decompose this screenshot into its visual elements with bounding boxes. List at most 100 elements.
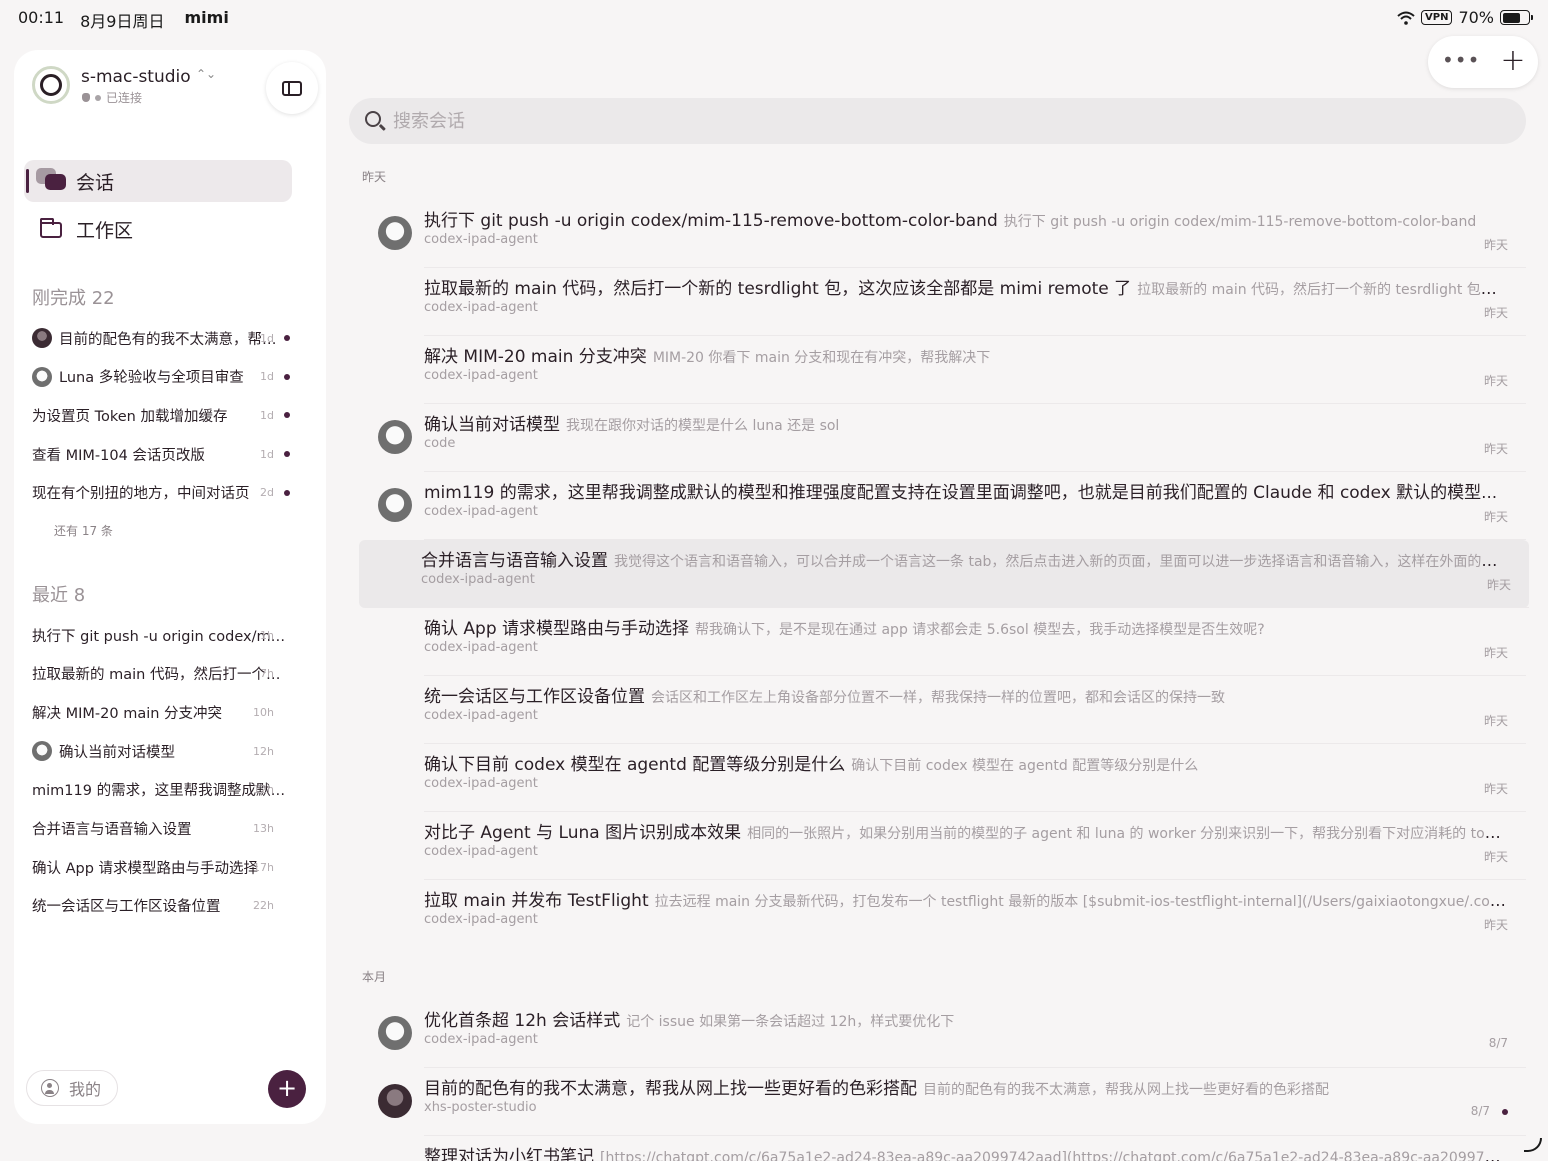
unread-dot <box>284 412 290 419</box>
conversation-row[interactable]: 优化首条超 12h 会话样式 记个 issue 如果第一条会话超过 12h，样式要… <box>362 1000 1526 1068</box>
chevron-updown-icon[interactable]: ⌃⌄ <box>196 67 216 81</box>
apple-icon <box>82 93 90 102</box>
conversation-title-line: 统一会话区与工作区设备位置 会话区和工作区左上角设备部分位置不一样，帮我保持一样的… <box>424 682 1508 707</box>
nav-label-conversations: 会话 <box>76 171 115 194</box>
device-logo[interactable] <box>32 66 70 104</box>
recent-item-time: 22h <box>253 899 274 913</box>
conversation-time: 昨天 <box>1483 782 1508 796</box>
wifi-icon <box>1397 11 1415 25</box>
conversation-agent: codex-ipad-agent <box>421 572 535 587</box>
chat-bubbles-icon <box>36 168 66 192</box>
status-bar-left: 00:11 8月9日周日 mimi <box>18 8 229 32</box>
recent-item[interactable]: 合并语言与语音输入设置 13h <box>32 817 288 841</box>
recent-item-time: 12h <box>253 744 274 758</box>
me-button[interactable]: 我的 <box>26 1070 118 1106</box>
agent-avatar <box>32 366 52 387</box>
conversation-title: 合并语言与语音输入设置 <box>421 551 608 571</box>
recent-item[interactable]: mim119 的需求，这里帮我调整成默认的模型12h <box>32 778 288 802</box>
conversation-row[interactable]: 确认下目前 codex 模型在 agentd 配置等级分别是什么 确认下目前 co… <box>362 744 1526 812</box>
recent-item[interactable]: 统一会话区与工作区设备位置 22h <box>32 894 288 918</box>
status-time: 00:11 <box>18 8 65 27</box>
agent-avatar <box>378 216 412 250</box>
unread-dot <box>284 335 290 341</box>
conversation-title-line: 解决 MIM-20 main 分支冲突 MIM-20 你看下 main 分支和现在… <box>424 342 1508 367</box>
conversation-preview: 目前的配色有的我不太满意，帮我从网上找一些更好看的色彩搭配 <box>923 1082 1329 1098</box>
conversation-title-line: mim119 的需求，这里帮我调整成默认的模型和推理强度配置支持在设置里面调整吧… <box>424 478 1508 503</box>
unread-dot <box>284 489 290 496</box>
conversation-row[interactable]: 目前的配色有的我不太满意，帮我从网上找一些更好看的色彩搭配 目前的配色有的我不太满… <box>362 1068 1526 1136</box>
conversation-agent: code <box>424 436 456 451</box>
conversation-title-line: 合并语言与语音输入设置 我觉得这个语言和语音输入，可以合并成一个语言这一条 tab… <box>421 546 1511 571</box>
recent-item-time: 7h <box>260 667 274 681</box>
conversation-title: 整理对话为小红书笔记 <box>424 1147 594 1161</box>
conversation-row[interactable]: 拉取 main 并发布 TestFlight 拉去远程 main 分支最新代码，打… <box>362 880 1526 948</box>
recent-item-title: 解决 MIM-20 main 分支冲突 <box>32 705 223 722</box>
conversation-title: 执行下 git push -u origin codex/mim-115-rem… <box>424 211 998 231</box>
completed-item[interactable]: 目前的配色有的我不太满意，帮我从网上找一些更好看的色彩搭配1d <box>32 326 290 350</box>
recent-item[interactable]: 解决 MIM-20 main 分支冲突 10h <box>32 700 288 724</box>
group-label-this-month: 本月 <box>362 970 387 984</box>
unread-dot <box>284 451 290 458</box>
completed-item-time: 1d <box>260 447 274 461</box>
conversation-preview: 帮我确认下，是不是现在通过 app 请求都会走 5.6sol 模型去，我手动选择… <box>695 622 1265 638</box>
conversation-row[interactable]: 确认当前对话模型 我现在跟你对话的模型是什么 luna 还是 sol code 昨天 <box>362 404 1526 472</box>
status-app-name: mimi <box>184 8 229 27</box>
completed-item[interactable]: 现在有个别扭的地方，中间对话页 2d <box>32 481 290 505</box>
recent-item[interactable]: 拉取最新的 main 代码，然后打一个新的 tesrdlight 包7h <box>32 662 288 686</box>
status-bar: 00:11 8月9日周日 mimi VPN 70% <box>0 0 1548 36</box>
battery-icon <box>1500 10 1533 25</box>
conversation-preview: 执行下 git push -u origin codex/mim-115-rem… <box>1003 214 1477 230</box>
conversation-row[interactable]: 对比子 Agent 与 Luna 图片识别成本效果 相同的一张照片，如果分别用当前… <box>362 812 1526 880</box>
recent-item[interactable]: 执行下 git push -u origin codex/mim-115-rem… <box>32 623 288 647</box>
conversation-title: 确认当前对话模型 <box>424 415 560 435</box>
conversation-title-line: 目前的配色有的我不太满意，帮我从网上找一些更好看的色彩搭配 目前的配色有的我不太满… <box>424 1074 1508 1099</box>
conversation-preview: 我现在跟你对话的模型是什么 luna 还是 sol <box>566 418 840 434</box>
new-conversation-fab-button[interactable]: + <box>268 1070 306 1108</box>
conversation-row[interactable]: 合并语言与语音输入设置 我觉得这个语言和语音输入，可以合并成一个语言这一条 tab… <box>359 540 1529 608</box>
conversation-row[interactable]: 执行下 git push -u origin codex/mim-115-rem… <box>362 200 1526 268</box>
completed-item[interactable]: 查看 MIM-104 会话页改版 1d <box>32 442 290 466</box>
conversation-row[interactable]: 确认 App 请求模型路由与手动选择 帮我确认下，是不是现在通过 app 请求都会… <box>362 608 1526 676</box>
completed-more-link[interactable]: 还有 17 条 <box>54 522 113 539</box>
conversation-time: 昨天 <box>1483 850 1508 864</box>
conversation-row[interactable]: mim119 的需求，这里帮我调整成默认的模型和推理强度配置支持在设置里面调整吧… <box>362 472 1526 540</box>
recent-item[interactable]: 确认 App 请求模型路由与手动选择 17h <box>32 855 288 879</box>
conversation-row[interactable]: 拉取最新的 main 代码，然后打一个新的 tesrdlight 包，这次应该全… <box>362 268 1526 336</box>
conversation-time: 昨天 <box>1483 374 1508 388</box>
agent-avatar <box>378 1016 412 1050</box>
completed-item[interactable]: 为设置页 Token 加载增加缓存 1d <box>32 403 290 427</box>
conversation-preview: 相同的一张照片，如果分别用当前的模型的子 agent 和 luna 的 work… <box>747 826 1508 842</box>
toggle-sidebar-button[interactable] <box>266 62 318 114</box>
conversation-title: 优化首条超 12h 会话样式 <box>424 1011 621 1031</box>
add-button[interactable]: + <box>1498 44 1528 80</box>
conversation-agent: codex-ipad-agent <box>424 300 538 315</box>
completed-item-time: 2d <box>260 486 274 500</box>
conversation-row[interactable]: 解决 MIM-20 main 分支冲突 MIM-20 你看下 main 分支和现在… <box>362 336 1526 404</box>
conversation-title: 拉取最新的 main 代码，然后打一个新的 tesrdlight 包，这次应该全… <box>424 279 1132 299</box>
recent-item[interactable]: 确认当前对话模型 12h <box>32 739 288 763</box>
more-options-button[interactable]: ••• <box>1442 50 1479 74</box>
device-name[interactable]: s-mac-studio <box>81 67 191 87</box>
conversation-title-line: 整理对话为小红书笔记 [https://chatgpt.com/c/6a75a1e… <box>424 1142 1508 1161</box>
unread-dot <box>284 373 290 380</box>
recent-item-title: 统一会话区与工作区设备位置 <box>32 899 221 916</box>
conversation-title-line: 拉取 main 并发布 TestFlight 拉去远程 main 分支最新代码，打… <box>424 886 1508 911</box>
search-icon <box>365 111 381 127</box>
corner-indicator-icon <box>1524 1138 1542 1152</box>
conversation-row[interactable]: 整理对话为小红书笔记 [https://chatgpt.com/c/6a75a1e… <box>362 1136 1526 1161</box>
completed-item-title: 目前的配色有的我不太满意，帮我从网上找一些更好看的色彩搭配 <box>59 331 288 348</box>
status-date: 8月9日周日 <box>80 12 165 31</box>
nav-item-workspace[interactable]: 工作区 <box>24 208 292 250</box>
sidebar-panel-icon <box>282 80 302 96</box>
battery-level <box>1502 12 1520 23</box>
agent-avatar <box>32 328 52 348</box>
nav-item-conversations[interactable]: 会话 <box>24 160 292 202</box>
conversation-row[interactable]: 统一会话区与工作区设备位置 会话区和工作区左上角设备部分位置不一样，帮我保持一样的… <box>362 676 1526 744</box>
conversation-preview: 会话区和工作区左上角设备部分位置不一样，帮我保持一样的位置吧，都和会话区的保持一… <box>651 690 1225 706</box>
completed-item[interactable]: Luna 多轮验收与全项目审查 1d <box>32 365 290 389</box>
agent-avatar <box>378 488 412 522</box>
conversation-agent: xhs-poster-studio <box>424 1100 537 1115</box>
search-input[interactable] <box>393 106 1493 136</box>
recent-item-title: 合并语言与语音输入设置 <box>32 822 192 838</box>
conversation-preview: [https://chatgpt.com/c/6a75a1e2-ad24-83e… <box>600 1150 1508 1161</box>
